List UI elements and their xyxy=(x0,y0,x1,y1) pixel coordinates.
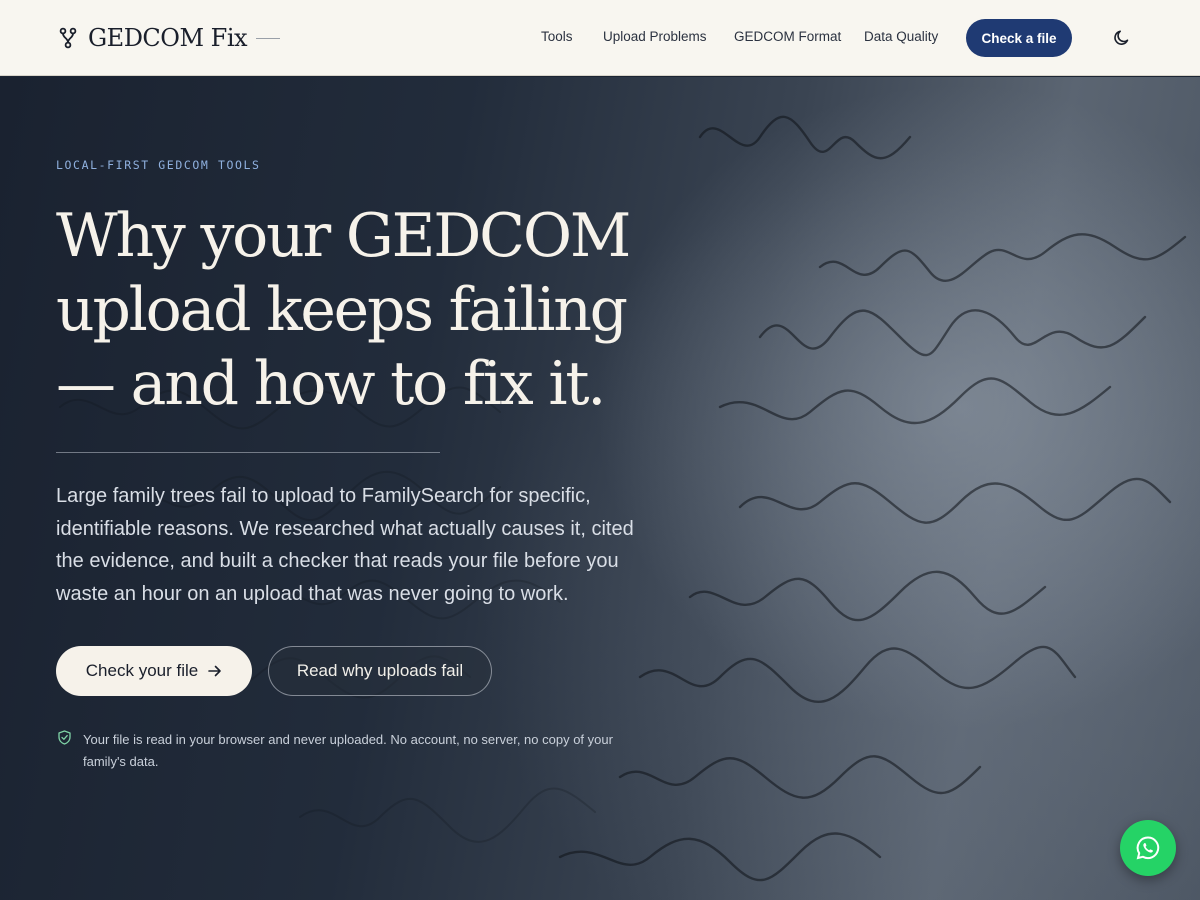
nav-gedcom-format[interactable]: GEDCOM Format xyxy=(734,29,841,44)
check-your-file-label: Check your file xyxy=(85,661,199,680)
brand-rule xyxy=(256,37,281,39)
nav-tools[interactable]: Tools xyxy=(541,29,573,44)
check-a-file-label: Check a file xyxy=(981,30,1057,46)
headline-line-2: upload keeps failing xyxy=(56,275,628,345)
brand-link[interactable]: GEDCOM Fix xyxy=(58,22,281,54)
site-header: GEDCOM Fix Tools Upload Problems GEDCOM … xyxy=(0,0,1200,76)
shield-check-icon xyxy=(58,730,71,745)
read-why-uploads-fail-button[interactable]: Read why uploads fail xyxy=(268,646,492,696)
brand-name: GEDCOM Fix xyxy=(88,24,248,52)
whatsapp-icon xyxy=(1136,836,1160,860)
eyebrow-label: LOCAL-FIRST GEDCOM TOOLS xyxy=(56,158,261,172)
headline-line-3: — and how to fix it. xyxy=(56,349,606,419)
branch-icon xyxy=(59,27,77,49)
check-a-file-button[interactable]: Check a file xyxy=(966,19,1072,57)
nav-data-quality[interactable]: Data Quality xyxy=(864,29,938,44)
privacy-text: Your file is read in your browser and ne… xyxy=(83,732,613,769)
moon-icon[interactable] xyxy=(1112,28,1132,48)
hero-divider xyxy=(56,452,440,453)
read-why-uploads-fail-label: Read why uploads fail xyxy=(296,661,464,680)
headline-line-1: Why your GEDCOM xyxy=(56,201,631,271)
hero-headline: Why your GEDCOM upload keeps failing — a… xyxy=(56,199,696,421)
nav-upload-problems[interactable]: Upload Problems xyxy=(603,29,707,44)
arrow-right-icon xyxy=(208,665,222,677)
hero-lede: Large family trees fail to upload to Fam… xyxy=(56,485,634,605)
check-your-file-button[interactable]: Check your file xyxy=(56,646,252,696)
whatsapp-chat-button[interactable] xyxy=(1120,820,1176,876)
hero-section: LOCAL-FIRST GEDCOM TOOLS Why your GEDCOM… xyxy=(0,77,1200,900)
